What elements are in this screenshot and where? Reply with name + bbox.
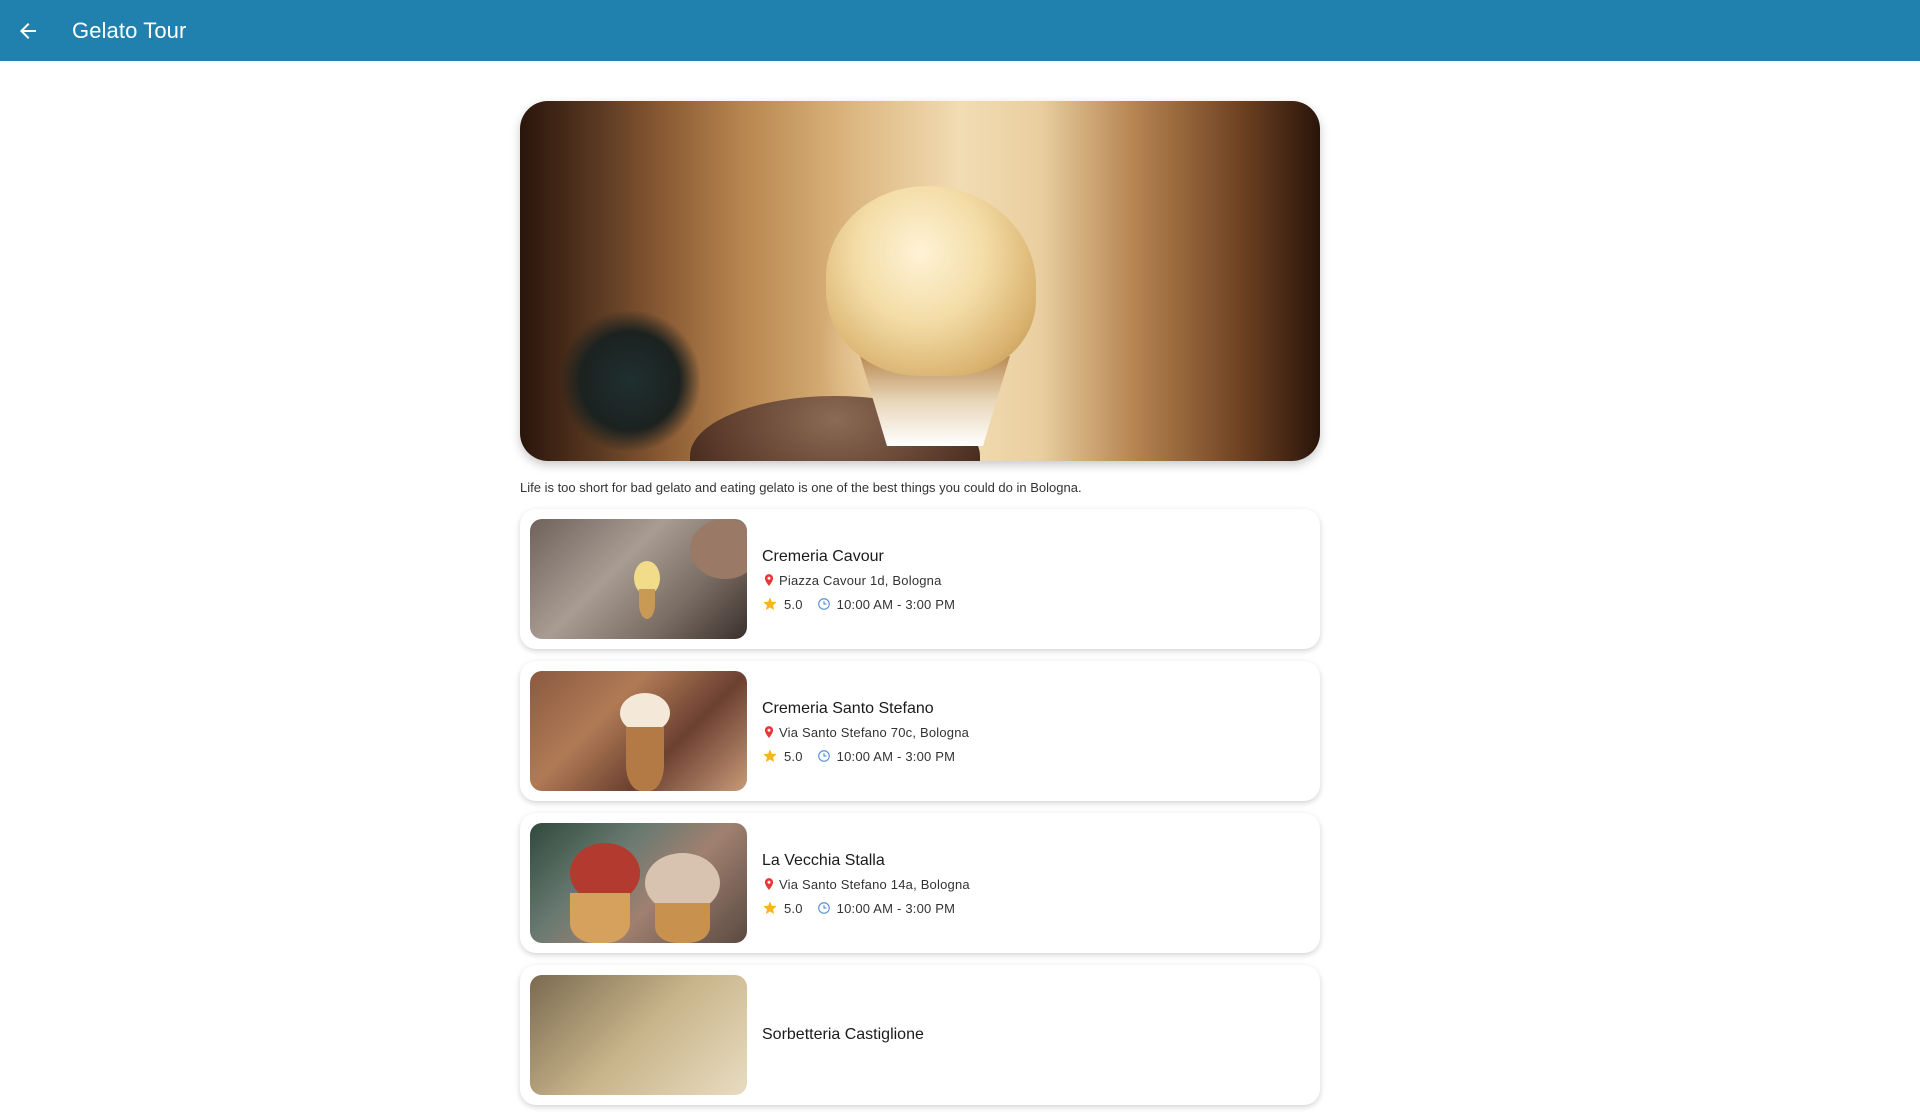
place-name: Sorbetteria Castiglione	[762, 1026, 924, 1043]
intro-text: Life is too short for bad gelato and eat…	[520, 480, 1082, 495]
app-bar: Gelato Tour	[0, 0, 1920, 61]
clock-icon	[817, 598, 830, 610]
page-title: Gelato Tour	[72, 17, 187, 43]
back-button[interactable]	[0, 0, 56, 61]
place-info: Cremeria Santo Stefano Via Santo Stefano…	[762, 698, 969, 764]
place-name: La Vecchia Stalla	[762, 852, 885, 869]
hero-scoop-shape	[826, 186, 1036, 376]
hero-plant-shape	[560, 311, 700, 451]
place-thumbnail	[530, 975, 747, 1095]
place-thumbnail	[530, 519, 747, 639]
place-card-la-vecchia-stalla[interactable]: La Vecchia Stalla Via Santo Stefano 14a,…	[520, 813, 1320, 953]
clock-icon	[817, 750, 830, 762]
place-card-cremeria-cavour[interactable]: Cremeria Cavour Piazza Cavour 1d, Bologn…	[520, 509, 1320, 649]
place-address-row: Piazza Cavour 1d, Bologna	[762, 572, 955, 588]
arrow-back-icon	[20, 22, 36, 39]
place-info: La Vecchia Stalla Via Santo Stefano 14a,…	[762, 850, 970, 916]
place-address: Piazza Cavour 1d, Bologna	[779, 572, 942, 588]
location-pin-icon	[764, 726, 774, 738]
place-rating: 5.0	[784, 748, 803, 764]
place-address-row: Via Santo Stefano 14a, Bologna	[762, 876, 970, 892]
place-info: Sorbetteria Castiglione	[762, 1024, 924, 1046]
place-name: Cremeria Santo Stefano	[762, 700, 934, 717]
place-rating: 5.0	[784, 900, 803, 916]
place-meta-row: 5.0 10:00 AM - 3:00 PM	[762, 900, 970, 916]
location-pin-icon	[764, 574, 774, 586]
star-icon	[763, 901, 777, 914]
place-info: Cremeria Cavour Piazza Cavour 1d, Bologn…	[762, 546, 955, 612]
place-list: Cremeria Cavour Piazza Cavour 1d, Bologn…	[520, 509, 1320, 1105]
main-content: Life is too short for bad gelato and eat…	[520, 101, 1320, 1117]
place-card-sorbetteria-castiglione[interactable]: Sorbetteria Castiglione	[520, 965, 1320, 1105]
hero-image	[520, 101, 1320, 461]
place-hours: 10:00 AM - 3:00 PM	[836, 748, 956, 764]
place-address-row: Via Santo Stefano 70c, Bologna	[762, 724, 969, 740]
place-card-cremeria-santo-stefano[interactable]: Cremeria Santo Stefano Via Santo Stefano…	[520, 661, 1320, 801]
place-address: Via Santo Stefano 14a, Bologna	[779, 876, 970, 892]
place-meta-row: 5.0 10:00 AM - 3:00 PM	[762, 748, 969, 764]
place-meta-row: 5.0 10:00 AM - 3:00 PM	[762, 596, 955, 612]
place-thumbnail	[530, 671, 747, 791]
place-hours: 10:00 AM - 3:00 PM	[836, 900, 956, 916]
star-icon	[763, 597, 777, 610]
place-thumbnail	[530, 823, 747, 943]
place-address: Via Santo Stefano 70c, Bologna	[779, 724, 970, 740]
place-rating: 5.0	[784, 596, 803, 612]
star-icon	[763, 749, 777, 762]
place-hours: 10:00 AM - 3:00 PM	[836, 596, 956, 612]
place-name: Cremeria Cavour	[762, 548, 884, 565]
location-pin-icon	[764, 878, 774, 890]
clock-icon	[817, 902, 830, 914]
